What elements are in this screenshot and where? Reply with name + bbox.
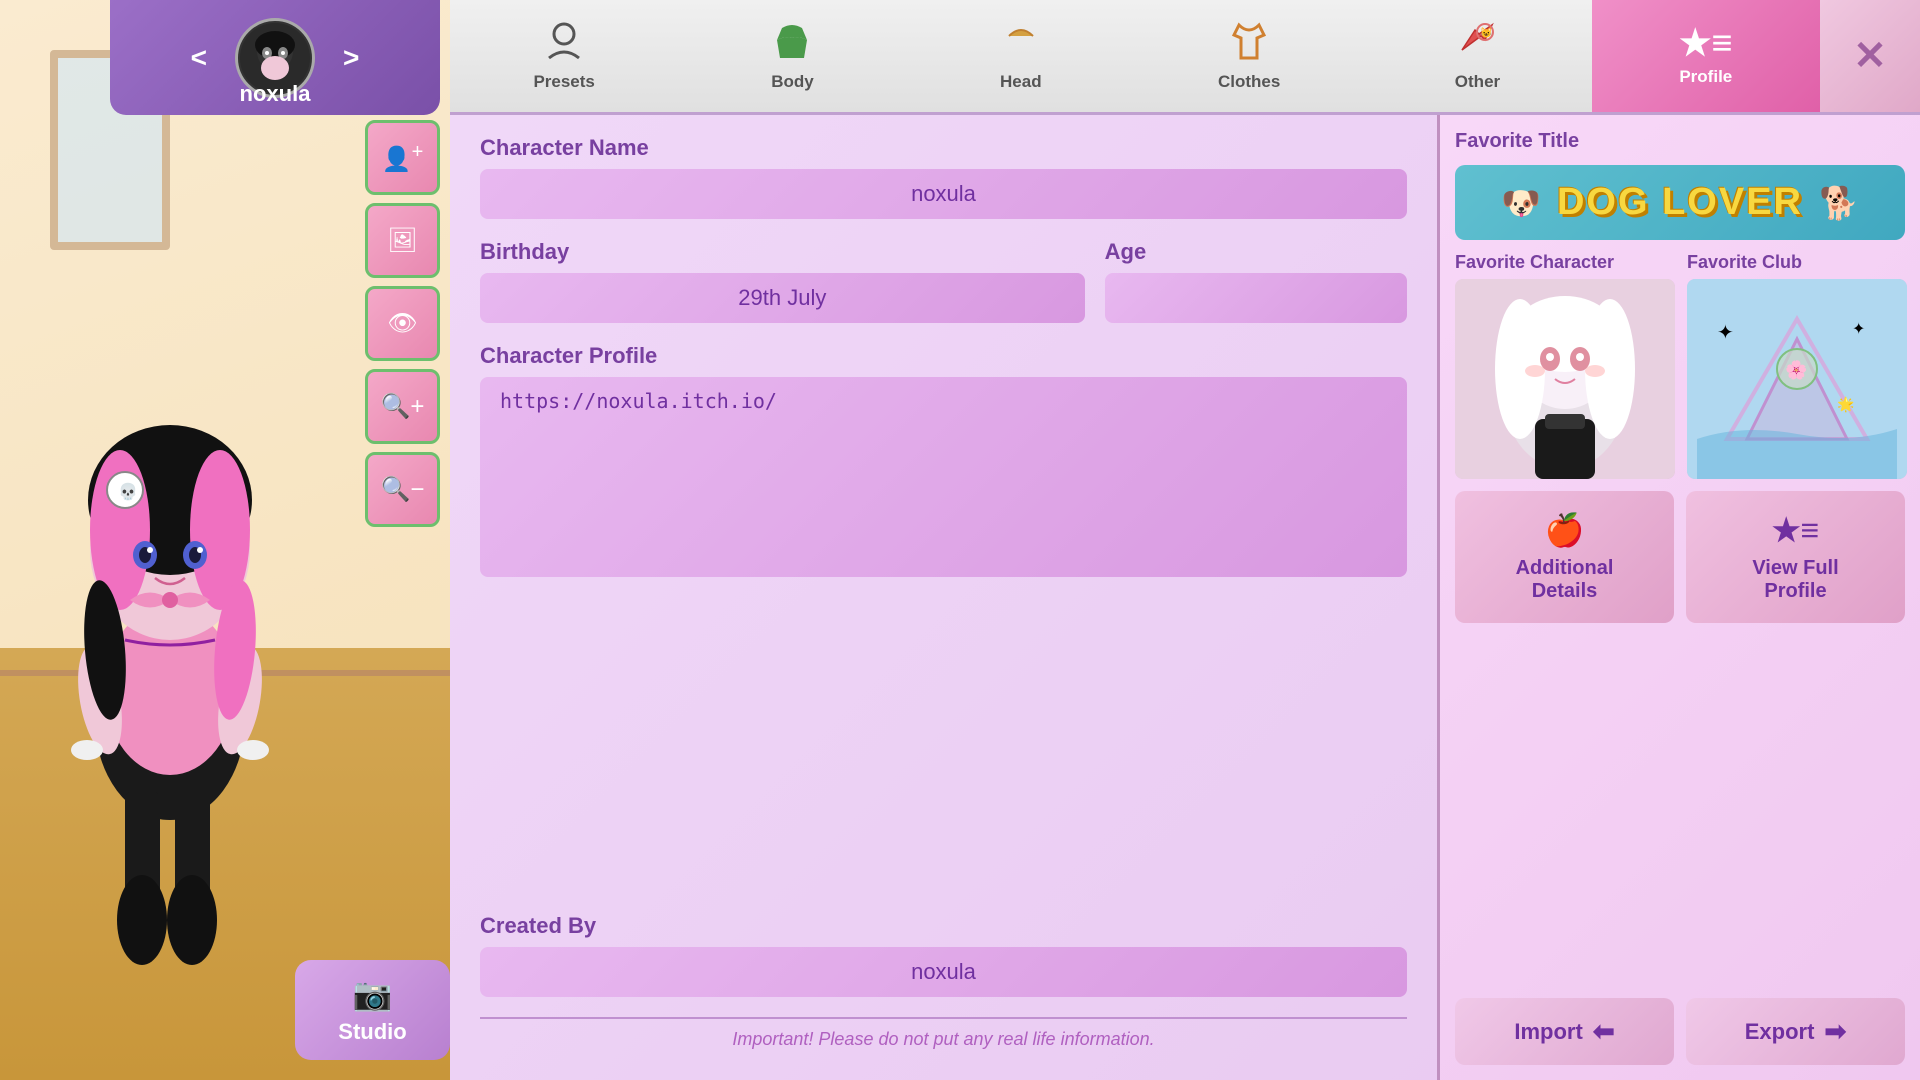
main-panel: Presets Body Head Clothes [450,0,1920,1080]
tool-view-btn[interactable]: 👁 [365,286,440,361]
fav-club-box: Favorite Club 🌸 ✦ ✦ [1687,252,1907,479]
tool-add-character-btn[interactable]: 👤+ [365,120,440,195]
presets-icon [544,20,584,66]
tool-zoom-out-btn[interactable]: 🔍− [365,452,440,527]
add-character-icon: 👤+ [382,141,424,174]
created-by-label: Created By [480,913,1407,939]
dog-emoji-left: 🐶 [1501,184,1541,222]
age-label: Age [1105,239,1407,265]
tab-presets[interactable]: Presets [450,0,678,112]
export-icon: ➡ [1824,1016,1846,1047]
character-name-bar: < > noxula [110,0,440,115]
char-name-label: Character Name [480,135,1407,161]
close-button[interactable]: ✕ [1820,0,1920,112]
svg-text:🌟: 🌟 [1837,396,1854,413]
tab-body-label: Body [771,72,814,92]
camera-icon: 📷 [353,975,393,1013]
svg-text:😺: 😺 [1480,27,1493,39]
import-export-row: Import ⬅ Export ➡ [1455,998,1905,1065]
char-profile-label: Character Profile [480,343,1407,369]
tab-bar: Presets Body Head Clothes [450,0,1920,115]
fav-char-image[interactable] [1455,279,1675,479]
svg-text:✦: ✦ [1717,322,1734,344]
next-character-btn[interactable]: > [335,34,367,82]
age-group: Age [1105,239,1407,323]
studio-label: Studio [338,1019,406,1045]
svg-text:💀: 💀 [118,482,138,501]
created-by-input[interactable] [480,947,1407,997]
svg-text:🌸: 🌸 [1785,359,1807,380]
tab-clothes[interactable]: Clothes [1135,0,1363,112]
close-icon: ✕ [1853,33,1887,79]
head-icon [1001,20,1041,66]
fav-club-image[interactable]: 🌸 ✦ ✦ 🌟 [1687,279,1907,479]
tab-head-label: Head [1000,72,1042,92]
additional-details-btn[interactable]: 🍎 AdditionalDetails [1455,491,1674,623]
additional-details-label: AdditionalDetails [1516,557,1614,603]
apple-icon: 🍎 [1545,511,1585,549]
body-icon [772,20,812,66]
prev-character-btn[interactable]: < [183,34,215,82]
star-list-icon: ★≡ [1772,511,1819,549]
character-figure: 💀 [30,300,310,980]
other-icon: 😺 [1457,20,1497,66]
import-btn[interactable]: Import ⬅ [1455,998,1674,1065]
profile-form: Character Name Birthday Age Character Pr… [450,115,1440,1080]
dog-lover-banner: 🐶 DOG LOVER 🐕 [1455,165,1905,240]
profile-right-panel: Favorite Title 🐶 DOG LOVER 🐕 Favorite Ch… [1440,115,1920,1080]
dog-lover-text: DOG LOVER [1557,181,1803,224]
fav-title-label: Favorite Title [1455,130,1905,153]
zoom-out-icon: 🔍− [381,475,425,504]
import-icon: ⬅ [1593,1016,1615,1047]
char-profile-group: Character Profile https://noxula.itch.io… [480,343,1407,577]
birthday-label: Birthday [480,239,1085,265]
char-name-input[interactable] [480,169,1407,219]
content-area: Character Name Birthday Age Character Pr… [450,115,1920,1080]
zoom-in-icon: 🔍+ [381,392,425,421]
char-profile-textarea[interactable]: https://noxula.itch.io/ [480,377,1407,577]
svg-text:✦: ✦ [1852,321,1865,338]
character-name-display: noxula [110,81,440,107]
corgi-emoji: 🐕 [1819,184,1859,222]
export-label: Export [1745,1019,1815,1045]
tab-profile[interactable]: ★≡ Profile [1592,0,1820,112]
fav-char-label: Favorite Character [1455,252,1675,273]
fav-char-box: Favorite Character [1455,252,1675,479]
export-btn[interactable]: Export ➡ [1686,998,1905,1065]
profile-icon: ★≡ [1679,25,1732,61]
tab-other-label: Other [1455,72,1500,92]
tool-zoom-in-btn[interactable]: 🔍+ [365,369,440,444]
view-full-profile-btn[interactable]: ★≡ View FullProfile [1686,491,1905,623]
action-row: 🍎 AdditionalDetails ★≡ View FullProfile [1455,491,1905,623]
view-icon: 👁 [387,309,417,338]
tab-other[interactable]: 😺 Other [1363,0,1591,112]
tab-clothes-label: Clothes [1218,72,1280,92]
scene-icon: 🖼 [387,226,417,255]
birthday-input[interactable] [480,273,1085,323]
disclaimer-text: Important! Please do not put any real li… [480,1017,1407,1060]
tab-head[interactable]: Head [907,0,1135,112]
fav-club-label: Favorite Club [1687,252,1907,273]
fav-char-club-row: Favorite Character [1455,252,1905,479]
created-by-group: Created By [480,913,1407,997]
age-input[interactable] [1105,273,1407,323]
tab-body[interactable]: Body [678,0,906,112]
tab-presets-label: Presets [533,72,594,92]
clothes-icon [1229,20,1269,66]
tab-profile-label: Profile [1679,67,1732,87]
char-name-group: Character Name [480,135,1407,219]
birthday-group: Birthday [480,239,1085,323]
studio-button[interactable]: 📷 Studio [295,960,450,1060]
view-full-profile-label: View FullProfile [1752,557,1838,603]
birthday-age-row: Birthday Age [480,239,1407,323]
import-label: Import [1514,1019,1582,1045]
tool-scene-btn[interactable]: 🖼 [365,203,440,278]
side-tools-panel: 👤+ 🖼 👁 🔍+ 🔍− [365,120,445,527]
